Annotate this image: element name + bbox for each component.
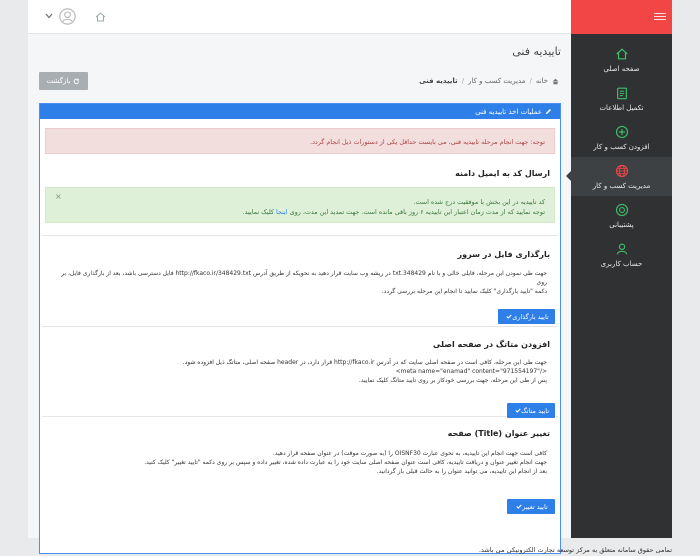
upload-text: جهت طی نمودن این مرحله، فایلی خالی و با … bbox=[61, 270, 547, 295]
support-icon bbox=[615, 203, 628, 216]
app-shell: صفحه اصلی تکمیل اطلاعات افزودن کسب و کار… bbox=[28, 0, 672, 554]
success-line2a: توجه نمایید که از مدت زمان اعتبار این تا… bbox=[289, 208, 545, 216]
user-icon bbox=[616, 243, 627, 254]
success-line2b: کلیک نمایید. bbox=[242, 208, 274, 216]
divider bbox=[42, 326, 558, 327]
meta-section-title: افزودن متاتگ در صفحه اصلی bbox=[432, 340, 550, 349]
sidebar-item-label: افزودن کسب و کار bbox=[593, 142, 650, 151]
sidebar-item-add-business[interactable]: افزودن کسب و کار bbox=[571, 118, 672, 157]
confirm-upload-button[interactable]: تایید بارگذاری bbox=[498, 309, 555, 324]
menu-icon[interactable] bbox=[654, 11, 666, 21]
top-bar bbox=[28, 0, 571, 34]
sidebar-item-home[interactable]: صفحه اصلی bbox=[571, 40, 672, 79]
sidebar-item-label: تکمیل اطلاعات bbox=[599, 103, 644, 112]
email-section-title: ارسال کد به ایمیل دامنه bbox=[455, 169, 550, 178]
panel-heading: عملیات اخذ تاییدیه فنی bbox=[475, 107, 542, 116]
breadcrumb-current: تاییدیه فنی bbox=[419, 77, 458, 85]
clipboard-icon bbox=[616, 87, 627, 99]
back-button[interactable]: بازگشت bbox=[39, 72, 88, 90]
avatar[interactable] bbox=[59, 8, 76, 25]
sidebar-item-label: مدیریت کسب و کار bbox=[592, 181, 651, 190]
meta-tag-code: <meta name="enamad" content="971554197"/… bbox=[395, 368, 547, 375]
warning-text: توجه: جهت انجام مرحله تاییدیه فنی، می با… bbox=[310, 138, 545, 146]
sidebar: صفحه اصلی تکمیل اطلاعات افزودن کسب و کار… bbox=[566, 0, 672, 538]
close-icon[interactable]: × bbox=[55, 192, 62, 202]
sidebar-item-label: صفحه اصلی bbox=[603, 64, 640, 73]
sidebar-item-label: حساب کاربری bbox=[600, 259, 643, 268]
meta-text: جهت طی این مرحله، کافی است در صفحه اصلی … bbox=[40, 358, 560, 385]
plus-circle-icon bbox=[615, 125, 628, 138]
divider bbox=[42, 416, 558, 417]
title-section-title: تغییر عنوان (Title) صفحه bbox=[447, 429, 550, 438]
upload-section-title: بارگذاری فایل در سرور bbox=[457, 250, 550, 259]
breadcrumb: خانه / مدیریت کسب و کار / تاییدیه فنی bbox=[419, 77, 559, 85]
title-text: کافی است جهت انجام این تاییدیه، به نحوی … bbox=[144, 450, 547, 475]
sidebar-item-label: پشتیبانی bbox=[609, 220, 634, 229]
sidebar-item-manage-business[interactable]: مدیریت کسب و کار bbox=[566, 157, 672, 196]
success-alert: × کد تاییدیه در این بخش با موفقیت درج شد… bbox=[45, 187, 555, 223]
home-icon bbox=[552, 78, 559, 84]
confirm-title-button[interactable]: تایید تغییر bbox=[507, 499, 555, 514]
renew-link[interactable]: اینجا bbox=[276, 208, 288, 216]
divider bbox=[42, 235, 558, 236]
panel-header: عملیات اخذ تاییدیه فنی bbox=[40, 104, 560, 119]
globe-icon bbox=[615, 164, 628, 177]
sidebar-item-support[interactable]: پشتیبانی bbox=[571, 196, 672, 235]
page-title: تاییدیه فنی bbox=[512, 45, 561, 58]
home-icon bbox=[615, 47, 628, 59]
chevron-down-icon[interactable] bbox=[45, 13, 53, 19]
back-label: بازگشت bbox=[46, 77, 71, 85]
sidebar-item-account[interactable]: حساب کاربری bbox=[571, 235, 672, 274]
warning-alert: توجه: جهت انجام مرحله تاییدیه فنی، می با… bbox=[45, 128, 555, 154]
breadcrumb-home[interactable]: خانه bbox=[536, 77, 548, 85]
home-icon[interactable] bbox=[95, 12, 106, 22]
confirm-meta-button[interactable]: تایید متاتگ bbox=[507, 403, 555, 418]
brand-bar bbox=[571, 0, 672, 34]
sidebar-item-complete-info[interactable]: تکمیل اطلاعات bbox=[571, 79, 672, 118]
breadcrumb-manage[interactable]: مدیریت کسب و کار bbox=[468, 77, 525, 85]
verification-panel: عملیات اخذ تاییدیه فنی توجه: جهت انجام م… bbox=[39, 103, 561, 554]
pencil-icon bbox=[545, 109, 551, 115]
redo-icon bbox=[74, 78, 80, 84]
success-line1: کد تاییدیه در این بخش با موفقیت درج شده … bbox=[413, 198, 545, 206]
footer-text: تمامی حقوق سامانه متعلق به مرکز توسعه تج… bbox=[478, 546, 672, 554]
